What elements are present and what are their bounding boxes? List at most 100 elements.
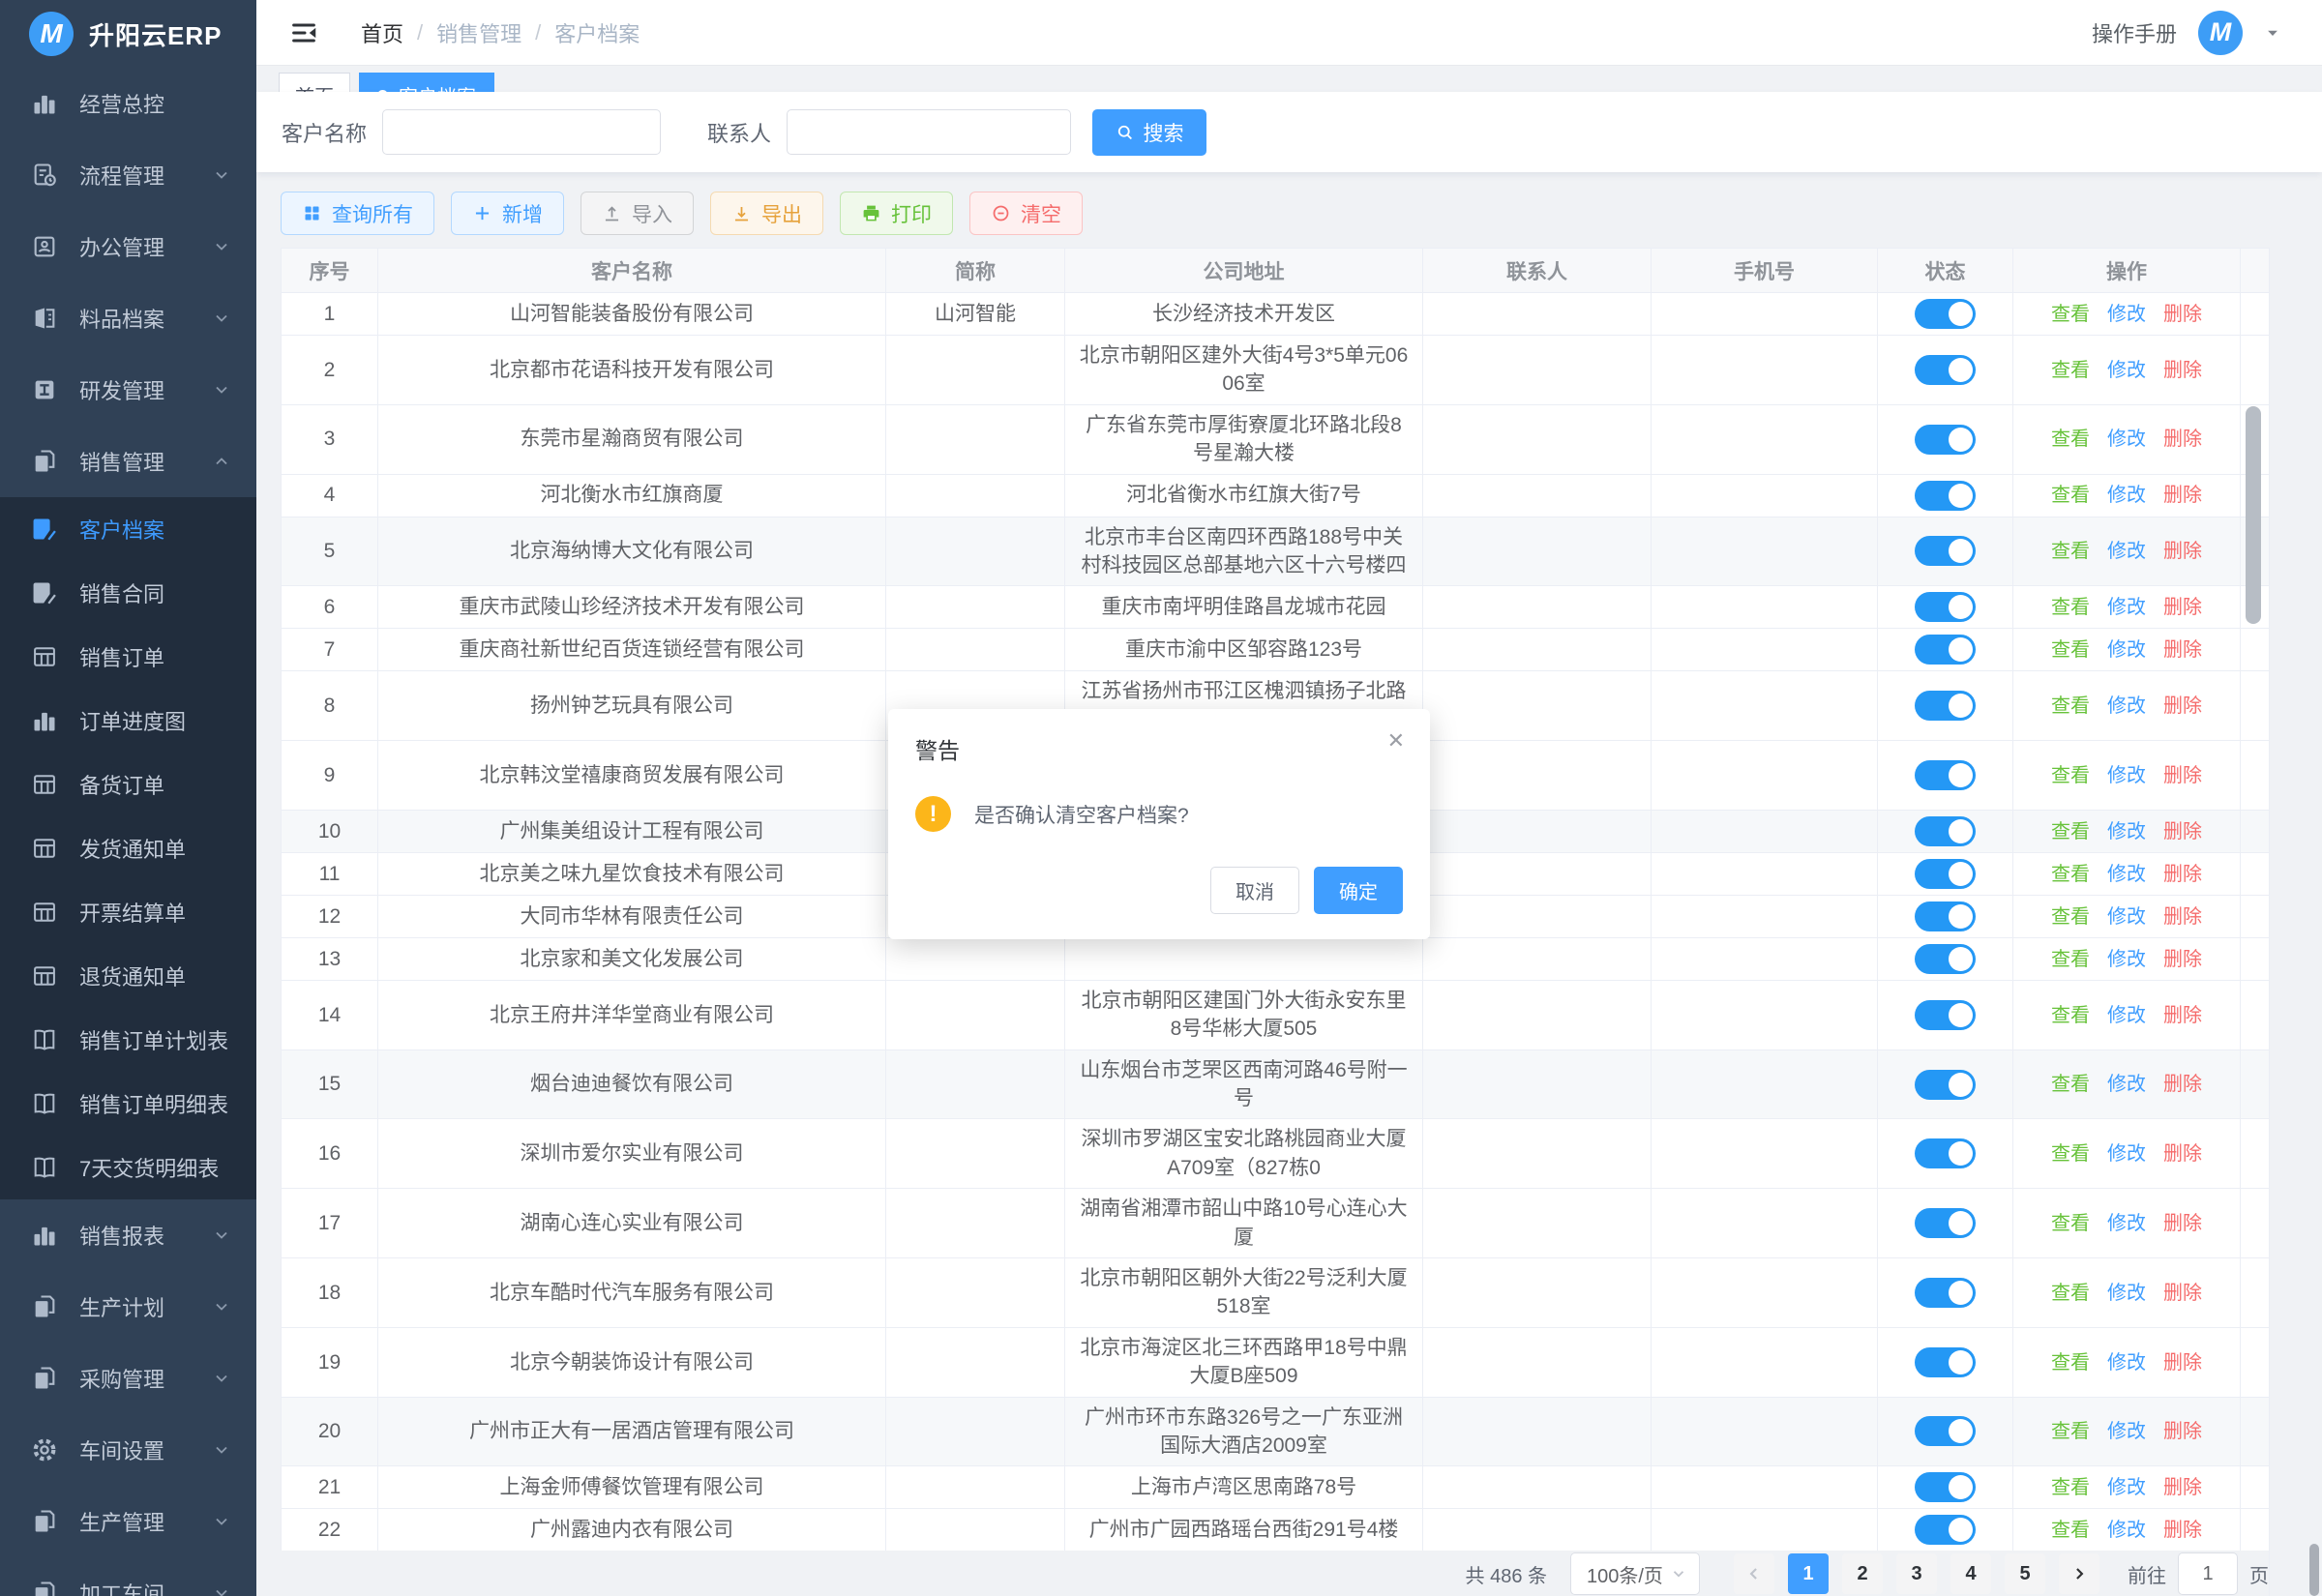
status-toggle[interactable] — [1915, 635, 1976, 665]
status-toggle[interactable] — [1915, 1208, 1976, 1239]
page-button-5[interactable]: 5 — [2005, 1553, 2045, 1594]
view-link[interactable]: 查看 — [2051, 1520, 2090, 1541]
edit-link[interactable]: 修改 — [2107, 949, 2146, 970]
delete-link[interactable]: 删除 — [2163, 695, 2202, 717]
status-toggle[interactable] — [1915, 1515, 1976, 1546]
status-toggle[interactable] — [1915, 592, 1976, 623]
status-toggle[interactable] — [1915, 760, 1976, 791]
view-link[interactable]: 查看 — [2051, 639, 2090, 661]
page-button-4[interactable]: 4 — [1950, 1553, 1991, 1594]
sidebar-item-13[interactable]: 开票结算单 — [0, 880, 256, 944]
edit-link[interactable]: 修改 — [2107, 360, 2146, 381]
manual-link[interactable]: 操作手册 — [2092, 17, 2177, 48]
user-avatar[interactable]: M — [2198, 10, 2243, 55]
status-toggle[interactable] — [1915, 536, 1976, 567]
edit-link[interactable]: 修改 — [2107, 906, 2146, 928]
prev-page-button[interactable] — [1734, 1553, 1774, 1594]
sidebar-item-10[interactable]: 订单进度图 — [0, 689, 256, 753]
edit-link[interactable]: 修改 — [2107, 1477, 2146, 1498]
view-link[interactable]: 查看 — [2051, 1352, 2090, 1374]
打印-button[interactable]: 打印 — [840, 192, 953, 235]
sidebar-item-8[interactable]: 销售合同 — [0, 561, 256, 625]
sidebar-item-19[interactable]: 生产计划 — [0, 1271, 256, 1343]
status-toggle[interactable] — [1915, 858, 1976, 889]
sidebar-item-15[interactable]: 销售订单计划表 — [0, 1008, 256, 1072]
导入-button[interactable]: 导入 — [580, 192, 694, 235]
view-link[interactable]: 查看 — [2051, 360, 2090, 381]
edit-link[interactable]: 修改 — [2107, 304, 2146, 325]
view-link[interactable]: 查看 — [2051, 1213, 2090, 1234]
delete-link[interactable]: 删除 — [2163, 1352, 2202, 1374]
edit-link[interactable]: 修改 — [2107, 597, 2146, 618]
view-link[interactable]: 查看 — [2051, 949, 2090, 970]
sidebar-item-16[interactable]: 销售订单明细表 — [0, 1072, 256, 1136]
page-button-1[interactable]: 1 — [1788, 1553, 1829, 1594]
sidebar-item-14[interactable]: 退货通知单 — [0, 944, 256, 1008]
status-toggle[interactable] — [1915, 1138, 1976, 1169]
view-link[interactable]: 查看 — [2051, 541, 2090, 562]
delete-link[interactable]: 删除 — [2163, 1520, 2202, 1541]
edit-link[interactable]: 修改 — [2107, 765, 2146, 786]
delete-link[interactable]: 删除 — [2163, 1421, 2202, 1442]
清空-button[interactable]: 清空 — [969, 192, 1083, 235]
新增-button[interactable]: 新增 — [451, 192, 564, 235]
edit-link[interactable]: 修改 — [2107, 429, 2146, 450]
view-link[interactable]: 查看 — [2051, 304, 2090, 325]
delete-link[interactable]: 删除 — [2163, 360, 2202, 381]
delete-link[interactable]: 删除 — [2163, 1005, 2202, 1026]
status-toggle[interactable] — [1915, 901, 1976, 931]
status-toggle[interactable] — [1915, 480, 1976, 511]
delete-link[interactable]: 删除 — [2163, 949, 2202, 970]
goto-page-input[interactable] — [2178, 1552, 2238, 1595]
edit-link[interactable]: 修改 — [2107, 485, 2146, 506]
delete-link[interactable]: 删除 — [2163, 485, 2202, 506]
edit-link[interactable]: 修改 — [2107, 1074, 2146, 1095]
page-button-3[interactable]: 3 — [1896, 1553, 1937, 1594]
contact-input[interactable] — [787, 109, 1072, 155]
search-button[interactable]: 搜索 — [1092, 108, 1207, 156]
edit-link[interactable]: 修改 — [2107, 821, 2146, 842]
view-link[interactable]: 查看 — [2051, 906, 2090, 928]
sidebar-item-18[interactable]: 销售报表 — [0, 1199, 256, 1271]
edit-link[interactable]: 修改 — [2107, 1352, 2146, 1374]
edit-link[interactable]: 修改 — [2107, 864, 2146, 885]
delete-link[interactable]: 删除 — [2163, 541, 2202, 562]
view-link[interactable]: 查看 — [2051, 1421, 2090, 1442]
view-link[interactable]: 查看 — [2051, 429, 2090, 450]
delete-link[interactable]: 删除 — [2163, 639, 2202, 661]
status-toggle[interactable] — [1915, 999, 1976, 1030]
breadcrumb-item[interactable]: 首页 — [361, 17, 403, 48]
next-page-button[interactable] — [2059, 1553, 2099, 1594]
sidebar-item-21[interactable]: 车间设置 — [0, 1414, 256, 1486]
sidebar-item-7[interactable]: 客户档案 — [0, 497, 256, 561]
status-toggle[interactable] — [1915, 1277, 1976, 1308]
view-link[interactable]: 查看 — [2051, 695, 2090, 717]
delete-link[interactable]: 删除 — [2163, 765, 2202, 786]
edit-link[interactable]: 修改 — [2107, 1520, 2146, 1541]
status-toggle[interactable] — [1915, 943, 1976, 974]
sidebar-item-3[interactable]: 办公管理 — [0, 211, 256, 282]
sidebar-item-12[interactable]: 发货通知单 — [0, 816, 256, 880]
delete-link[interactable]: 删除 — [2163, 906, 2202, 928]
delete-link[interactable]: 删除 — [2163, 1213, 2202, 1234]
view-link[interactable]: 查看 — [2051, 765, 2090, 786]
sidebar-item-20[interactable]: 采购管理 — [0, 1343, 256, 1414]
edit-link[interactable]: 修改 — [2107, 639, 2146, 661]
view-link[interactable]: 查看 — [2051, 1283, 2090, 1304]
status-toggle[interactable] — [1915, 1069, 1976, 1100]
edit-link[interactable]: 修改 — [2107, 541, 2146, 562]
delete-link[interactable]: 删除 — [2163, 1074, 2202, 1095]
confirm-button[interactable]: 确定 — [1314, 867, 1403, 914]
view-link[interactable]: 查看 — [2051, 864, 2090, 885]
window-scrollbar-thumb[interactable] — [2309, 1544, 2319, 1596]
view-link[interactable]: 查看 — [2051, 1074, 2090, 1095]
delete-link[interactable]: 删除 — [2163, 1477, 2202, 1498]
delete-link[interactable]: 删除 — [2163, 597, 2202, 618]
sidebar-item-4[interactable]: 料品档案 — [0, 282, 256, 354]
status-toggle[interactable] — [1915, 1346, 1976, 1377]
sidebar-item-6[interactable]: 销售管理 — [0, 426, 256, 497]
status-toggle[interactable] — [1915, 424, 1976, 455]
page-button-2[interactable]: 2 — [1842, 1553, 1883, 1594]
导出-button[interactable]: 导出 — [710, 192, 823, 235]
view-link[interactable]: 查看 — [2051, 1477, 2090, 1498]
